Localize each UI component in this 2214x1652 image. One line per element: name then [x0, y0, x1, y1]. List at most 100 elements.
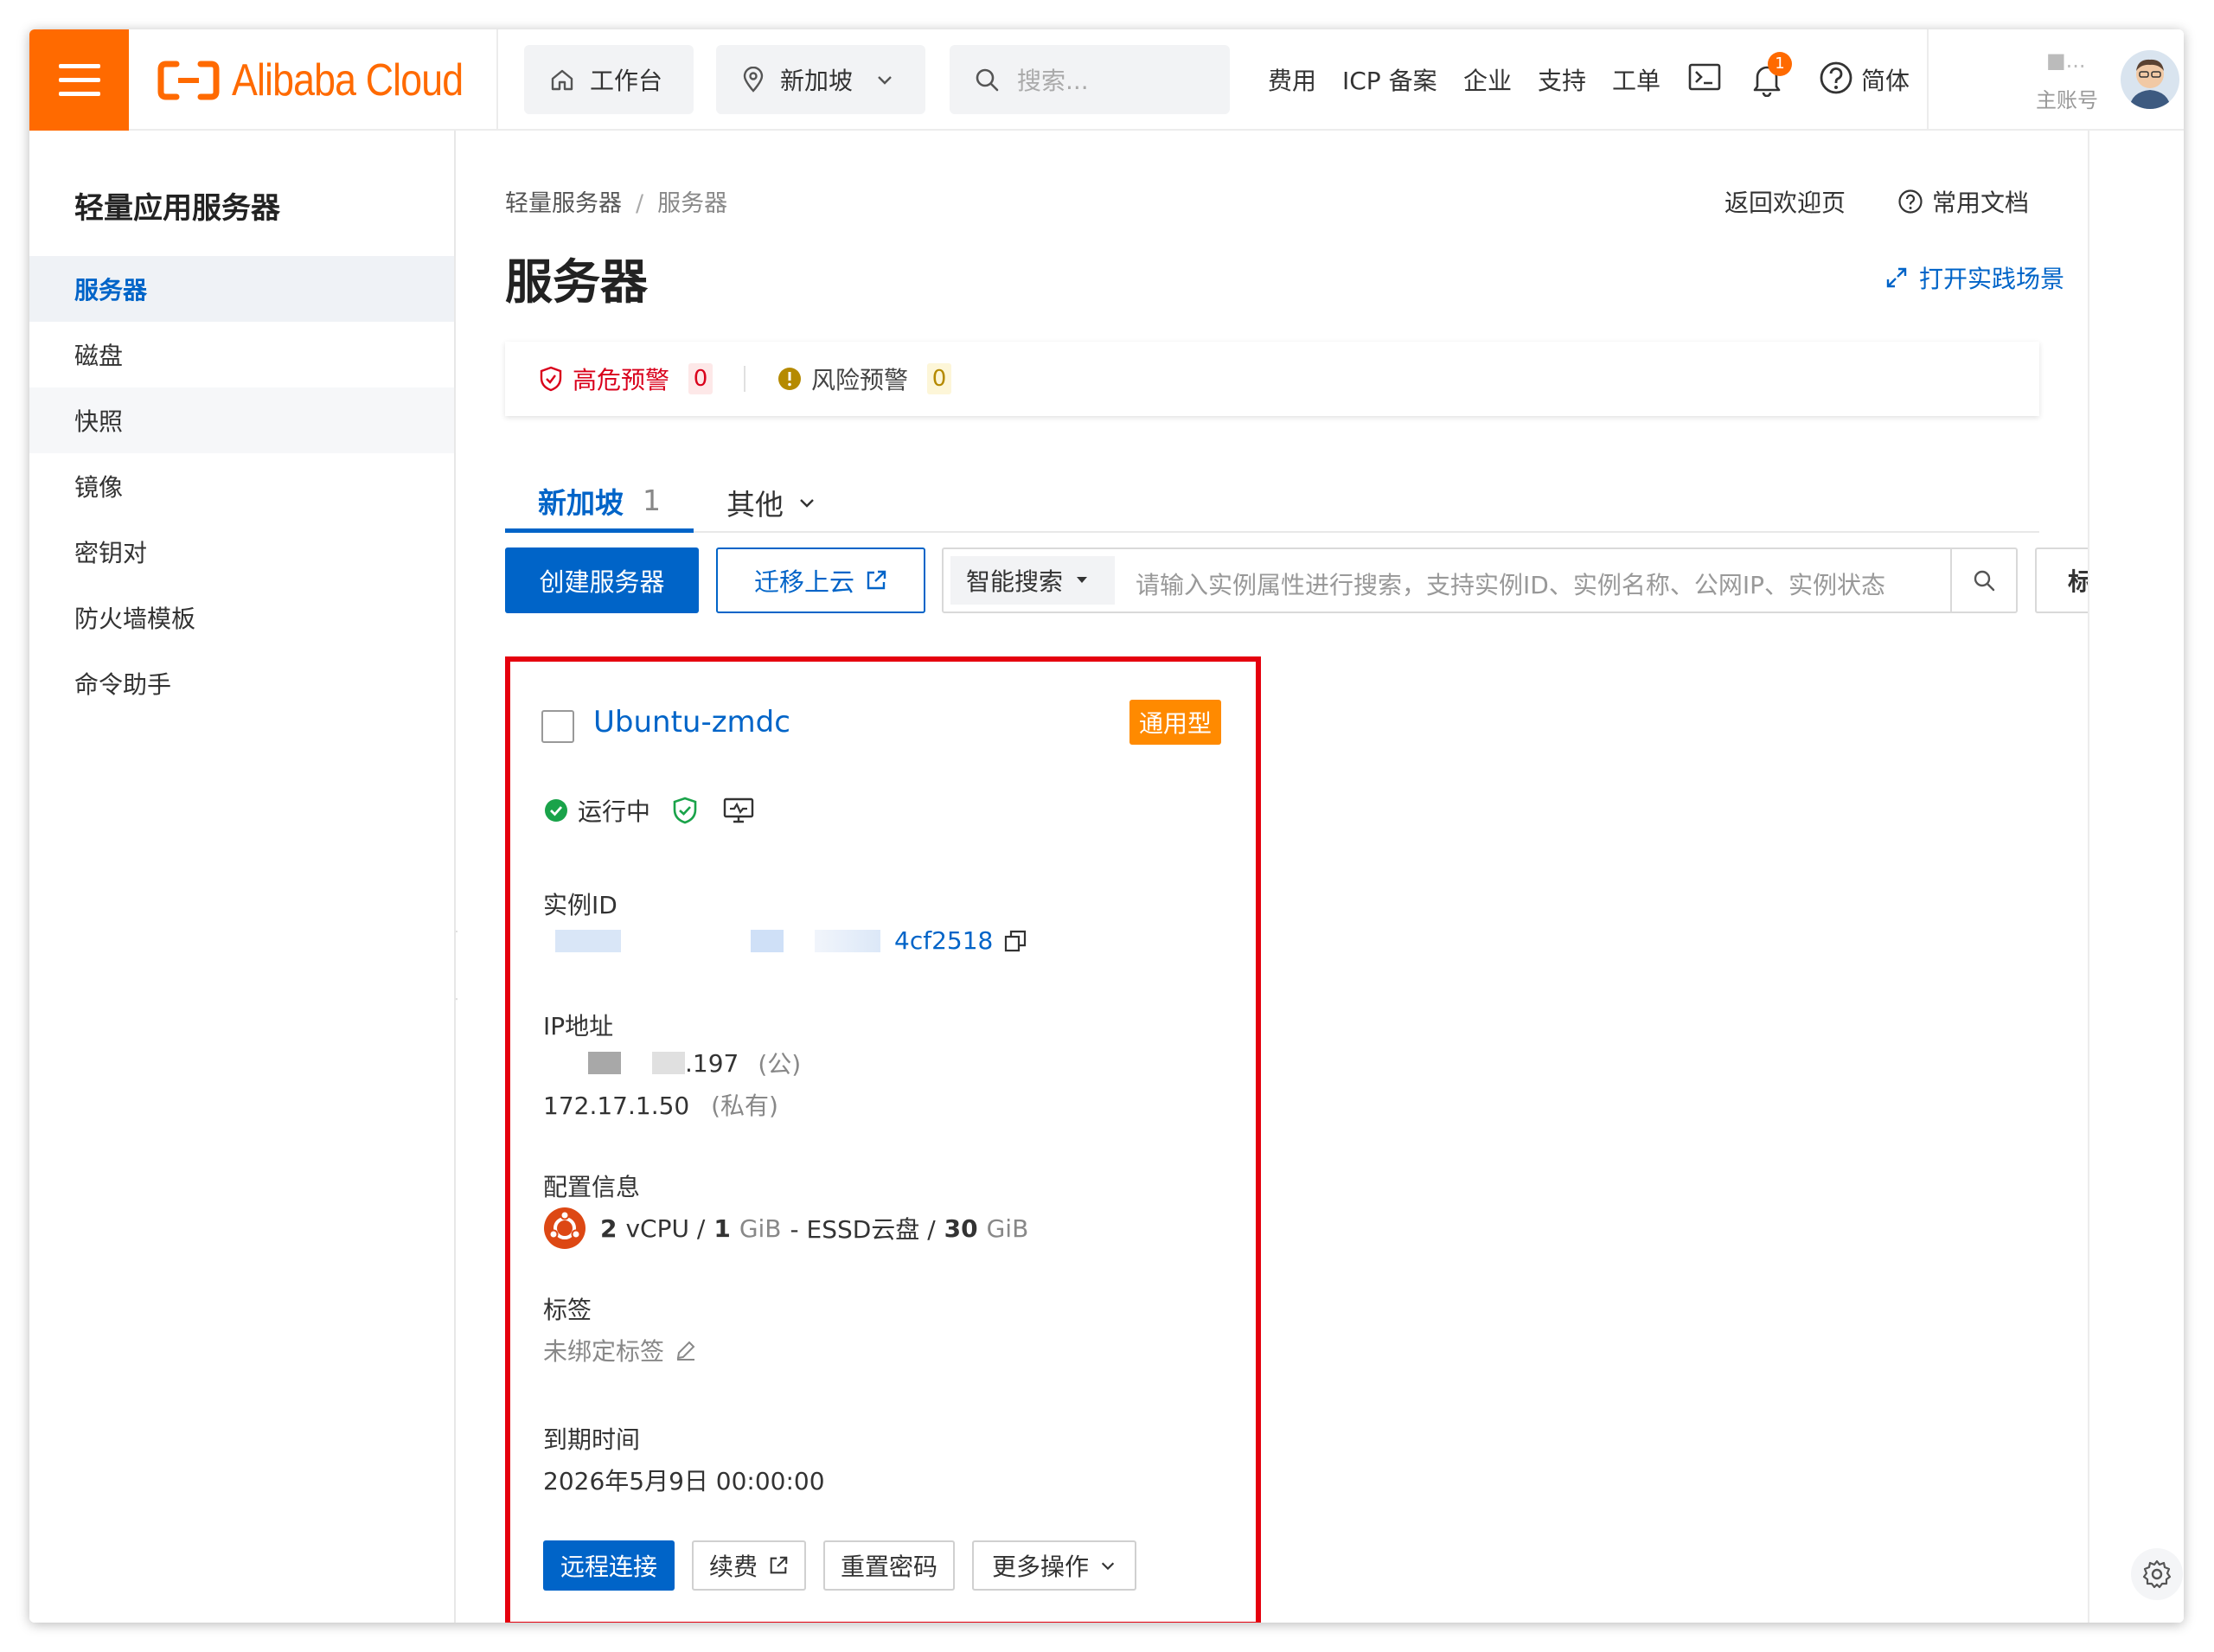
- tab-other[interactable]: 其他: [726, 472, 816, 533]
- private-ip: 172.17.1.50: [543, 1092, 690, 1120]
- remote-connect-button[interactable]: 远程连接: [543, 1540, 675, 1591]
- sidebar-item-images[interactable]: 镜像: [29, 453, 454, 519]
- instance-status: 运行中: [543, 793, 754, 828]
- external-link-icon: [770, 1556, 788, 1574]
- brand-name: Alibaba Cloud: [232, 55, 464, 106]
- billing-link[interactable]: 费用: [1268, 62, 1316, 97]
- monitor-icon[interactable]: [723, 797, 754, 824]
- ip-label: IP地址: [543, 1012, 614, 1041]
- menu-icon[interactable]: [29, 29, 129, 131]
- renew-button[interactable]: 续费: [692, 1540, 806, 1591]
- search-icon: [976, 68, 999, 92]
- brand-logo[interactable]: Alibaba Cloud: [157, 55, 501, 106]
- cpu-unit: vCPU /: [625, 1213, 706, 1243]
- sidebar-item-servers[interactable]: 服务器: [29, 256, 454, 322]
- instance-id-suffix: 4cf2518: [894, 926, 994, 955]
- more-actions-button[interactable]: 更多操作: [972, 1540, 1136, 1591]
- create-server-button[interactable]: 创建服务器: [505, 547, 699, 613]
- cpu-count: 2: [600, 1213, 617, 1243]
- instance-name-link[interactable]: Ubuntu-zmdc: [593, 705, 790, 740]
- gear-icon: [2142, 1559, 2172, 1589]
- risk-alert[interactable]: 风险预警 0: [777, 362, 952, 396]
- alibaba-cloud-logo-icon: [157, 61, 220, 100]
- open-scene-label: 打开实践场景: [1919, 265, 2065, 293]
- instance-type-badge: 通用型: [1129, 700, 1221, 745]
- tags-value[interactable]: 未绑定标签: [543, 1333, 697, 1367]
- disk-unit: GiB: [986, 1213, 1029, 1243]
- shield-alert-icon: [540, 366, 562, 392]
- sidebar-item-disks[interactable]: 磁盘: [29, 322, 454, 387]
- copy-icon[interactable]: [1003, 929, 1027, 953]
- sidebar-item-snapshots[interactable]: 快照: [29, 387, 454, 453]
- terminal-icon[interactable]: [1688, 62, 1721, 92]
- ticket-link[interactable]: 工单: [1612, 62, 1660, 97]
- instance-search-input[interactable]: 请输入实例属性进行搜索，支持实例ID、实例名称、公网IP、实例状态: [1136, 567, 1885, 601]
- redacted-block: [555, 929, 621, 952]
- search-mode-label: 智能搜索: [966, 567, 1064, 596]
- config-label: 配置信息: [543, 1173, 641, 1201]
- external-link-icon: [867, 570, 886, 590]
- account-type: 主账号: [2036, 88, 2098, 112]
- breadcrumb-item[interactable]: 轻量服务器: [505, 190, 622, 217]
- risk-label: 风险预警: [811, 366, 909, 394]
- ubuntu-icon: [544, 1207, 585, 1249]
- breadcrumb-current: 服务器: [657, 190, 728, 217]
- location-pin-icon: [743, 67, 764, 93]
- redacted-block: [815, 929, 880, 952]
- region-selector[interactable]: 新加坡: [716, 45, 925, 114]
- notification-button[interactable]: 1: [1747, 52, 1792, 104]
- high-risk-alert[interactable]: 高危预警 0: [538, 362, 713, 396]
- disk-type: - ESSD云盘 /: [790, 1215, 936, 1244]
- docs-link[interactable]: 常用文档: [1897, 184, 2029, 219]
- sidebar-item-command-assistant[interactable]: 命令助手: [29, 650, 454, 716]
- help-icon[interactable]: [1819, 61, 1853, 95]
- enterprise-link[interactable]: 企业: [1463, 62, 1512, 97]
- settings-button[interactable]: [2131, 1548, 2183, 1600]
- region-label: 新加坡: [780, 67, 854, 95]
- main-content: 轻量服务器 / 服务器 服务器 返回欢迎页 常用文档 打开实践场景 高危预警 0 风…: [458, 131, 2184, 1623]
- notification-count-badge: 1: [1768, 52, 1792, 76]
- expand-icon: [1886, 267, 1907, 288]
- divider: [496, 29, 498, 131]
- avatar[interactable]: [2121, 50, 2179, 109]
- global-search-input[interactable]: 搜索...: [950, 45, 1230, 114]
- search-button[interactable]: [1950, 549, 2016, 611]
- open-scene-link[interactable]: 打开实践场景: [1884, 260, 2064, 295]
- language-switch[interactable]: 简体: [1861, 62, 1910, 97]
- redacted-block: [751, 929, 784, 952]
- instance-checkbox[interactable]: [541, 710, 574, 743]
- back-to-welcome-link[interactable]: 返回欢迎页: [1724, 184, 1846, 219]
- console-window: Alibaba Cloud 工作台 新加坡 搜索... 费用 ICP 备案 企业…: [29, 29, 2184, 1623]
- public-ip-tag: (公): [758, 1050, 802, 1079]
- sidebar-item-firewall-templates[interactable]: 防火墙模板: [29, 585, 454, 650]
- tags-label: 标签: [543, 1296, 592, 1324]
- support-link[interactable]: 支持: [1538, 62, 1586, 97]
- right-side-panel: [2088, 131, 2184, 1623]
- instance-id-value: 4cf2518: [543, 926, 1027, 955]
- icp-link[interactable]: ICP 备案: [1342, 62, 1437, 97]
- top-navigation-bar: Alibaba Cloud 工作台 新加坡 搜索... 费用 ICP 备案 企业…: [29, 29, 2184, 131]
- workbench-button[interactable]: 工作台: [524, 45, 694, 114]
- tags-unbound-text: 未绑定标签: [543, 1337, 665, 1366]
- chevron-down-icon: [878, 76, 892, 85]
- redacted-block: [652, 1052, 685, 1074]
- private-ip-tag: (私有): [711, 1092, 778, 1120]
- workbench-label: 工作台: [590, 67, 663, 95]
- page-title: 服务器: [505, 254, 649, 310]
- migrate-button[interactable]: 迁移上云: [716, 547, 925, 613]
- breadcrumb: 轻量服务器 / 服务器: [505, 184, 727, 218]
- redacted-block: [588, 1052, 621, 1074]
- high-risk-count: 0: [688, 363, 713, 394]
- private-ip-value: 172.17.1.50 (私有): [543, 1087, 778, 1122]
- docs-link-label: 常用文档: [1932, 189, 2030, 217]
- expire-label: 到期时间: [543, 1425, 641, 1454]
- sidebar-item-keypairs[interactable]: 密钥对: [29, 519, 454, 585]
- search-icon: [1974, 570, 1995, 592]
- reset-password-button[interactable]: 重置密码: [823, 1540, 955, 1591]
- tab-count: 1: [643, 483, 661, 517]
- memory-size: 1: [713, 1213, 731, 1243]
- security-shield-icon[interactable]: [671, 796, 699, 825]
- search-mode-select[interactable]: 智能搜索: [950, 556, 1115, 605]
- tab-singapore[interactable]: 新加坡 1: [505, 472, 694, 533]
- divider: [1927, 29, 1929, 131]
